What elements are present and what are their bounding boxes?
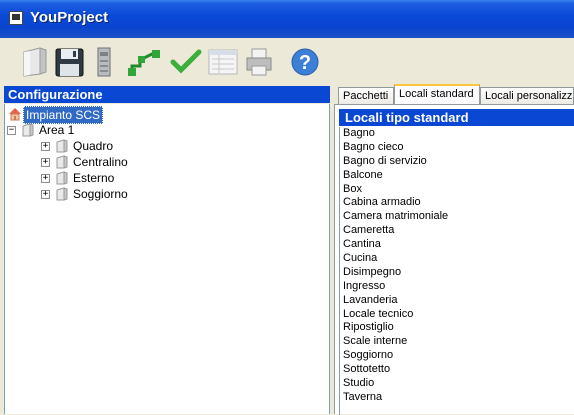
list-item[interactable]: Ripostiglio [343, 321, 574, 335]
room-icon [56, 171, 68, 185]
tree-node-quadro[interactable]: + Quadro [5, 138, 205, 154]
title-bar[interactable]: YouProject [0, 0, 574, 38]
tree-child-label: Esterno [73, 171, 115, 185]
room-icon [56, 187, 68, 201]
tree-child-label: Centralino [73, 155, 128, 169]
expand-icon[interactable]: + [41, 142, 50, 151]
svg-text:?: ? [299, 52, 311, 74]
list-item[interactable]: Cameretta [343, 224, 574, 238]
list-item[interactable]: Balcone [343, 169, 574, 183]
area-icon [22, 123, 34, 137]
tree-node-centralino[interactable]: + Centralino [5, 154, 205, 170]
tree-child-label: Quadro [73, 139, 114, 153]
tree-child-label: Soggiorno [73, 187, 128, 201]
new-document-icon[interactable] [20, 46, 54, 80]
app-icon[interactable] [9, 11, 23, 25]
room-icon [56, 139, 68, 153]
list-item[interactable]: Box [343, 183, 574, 197]
tab-pacchetti[interactable]: Pacchetti [338, 87, 394, 104]
tree-area-label: Area 1 [39, 123, 75, 137]
tab-strip: Pacchetti Locali standard Locali persona… [334, 84, 574, 104]
help-icon[interactable]: ? [289, 46, 323, 80]
list-item[interactable]: Ingresso [343, 280, 574, 294]
tab-locali-personalizzati[interactable]: Locali personalizza [480, 87, 574, 104]
list-item[interactable]: Studio [343, 377, 574, 391]
collapse-icon[interactable]: − [7, 126, 16, 135]
list-item[interactable]: Cantina [343, 238, 574, 252]
list-item[interactable]: Cabina armadio [343, 196, 574, 210]
configuration-tree[interactable]: Impianto SCS − Area 1 + Quadro + Central… [4, 104, 330, 414]
list-item[interactable]: Soggiorno [343, 349, 574, 363]
room-list[interactable]: Bagno Bagno cieco Bagno di servizio Balcone… [339, 127, 574, 415]
list-item[interactable]: Camera matrimoniale [343, 210, 574, 224]
device-icon[interactable] [94, 46, 128, 80]
tree-node-root[interactable]: Impianto SCS [5, 106, 205, 124]
list-item[interactable]: Lavanderia [343, 294, 574, 308]
save-icon[interactable] [54, 46, 88, 80]
toolbar: ? [0, 38, 574, 84]
tree-node-soggiorno[interactable]: + Soggiorno [5, 186, 205, 202]
list-item[interactable]: Locale tecnico [343, 308, 574, 322]
expand-icon[interactable]: + [41, 190, 50, 199]
list-item[interactable]: Bagno [343, 127, 574, 141]
list-view-icon[interactable] [207, 46, 241, 80]
tree-node-esterno[interactable]: + Esterno [5, 170, 205, 186]
room-icon [56, 155, 68, 169]
list-item[interactable]: Bagno cieco [343, 141, 574, 155]
list-item[interactable]: Bagno di servizio [343, 155, 574, 169]
list-item[interactable]: Taverna [343, 391, 574, 405]
list-item[interactable]: Sottotetto [343, 363, 574, 377]
checkmark-icon[interactable] [170, 46, 204, 80]
list-item[interactable]: Cucina [343, 252, 574, 266]
list-item[interactable]: Disimpegno [343, 266, 574, 280]
window-title: YouProject [30, 9, 109, 26]
tree-node-area[interactable]: − Area 1 [5, 122, 205, 138]
configuration-header: Configurazione [4, 86, 330, 103]
print-icon[interactable] [243, 46, 277, 80]
list-header: Locali tipo standard [339, 109, 574, 126]
list-item[interactable]: Scale interne [343, 335, 574, 349]
standard-rooms-panel: Locali tipo standard Bagno Bagno cieco Bag… [334, 104, 574, 415]
house-icon [9, 108, 21, 121]
tab-locali-standard[interactable]: Locali standard [394, 84, 480, 104]
expand-icon[interactable]: + [41, 174, 50, 183]
expand-icon[interactable]: + [41, 158, 50, 167]
network-icon[interactable] [126, 46, 160, 80]
